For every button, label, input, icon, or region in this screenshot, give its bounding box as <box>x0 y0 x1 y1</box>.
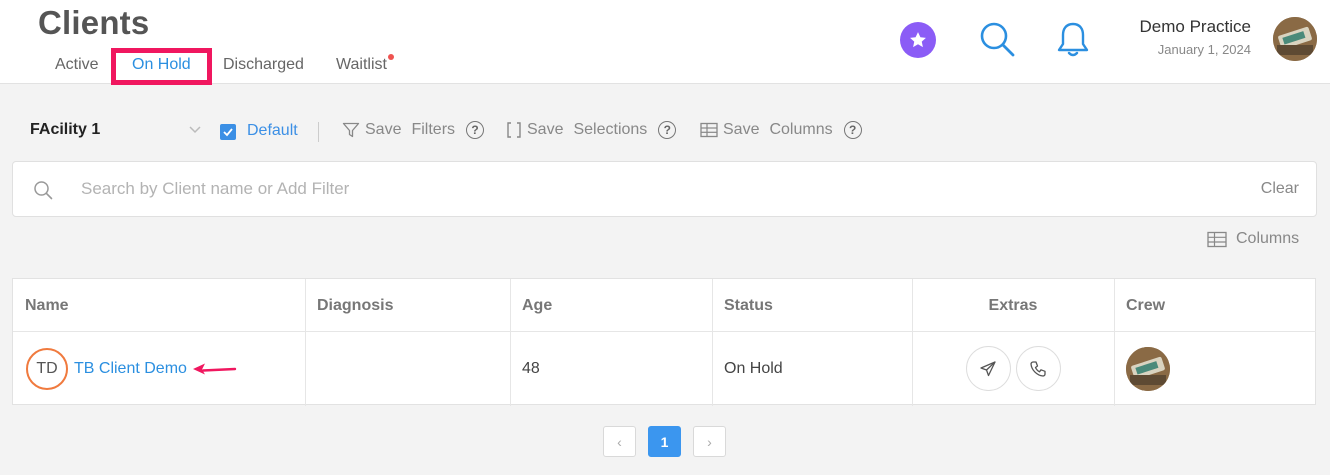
filter-bar: FAcility 1 Default Save Filters ? Save S… <box>0 110 1330 152</box>
user-avatar[interactable] <box>1273 17 1317 61</box>
client-initials-avatar[interactable]: TD <box>26 347 68 390</box>
header-diagnosis[interactable]: Diagnosis <box>305 279 510 332</box>
save-columns-word2: Columns <box>769 121 833 138</box>
table-icon <box>1207 231 1227 247</box>
check-icon <box>223 128 233 137</box>
clear-button[interactable]: Clear <box>1261 180 1299 198</box>
divider <box>318 122 319 142</box>
save-columns-word1: Save <box>723 121 760 138</box>
client-search-box: Clear <box>12 161 1317 217</box>
search-icon <box>980 22 1015 57</box>
default-label[interactable]: Default <box>247 122 298 140</box>
avatar-image <box>1126 346 1170 391</box>
help-icon[interactable]: ? <box>843 121 862 139</box>
global-search-button[interactable] <box>978 20 1016 58</box>
cell-diagnosis <box>305 332 510 405</box>
save-selections-word2: Selections <box>573 121 648 138</box>
save-filters-word1: Save <box>365 121 402 138</box>
pagination: ‹ 1 › <box>603 426 727 457</box>
cell-age: 48 <box>522 359 540 377</box>
help-icon[interactable]: ? <box>658 121 677 139</box>
tab-on-hold[interactable]: On Hold <box>111 48 212 85</box>
page-title: Clients <box>38 4 150 41</box>
save-columns-button[interactable]: Save Columns ? <box>700 121 862 139</box>
notification-dot <box>387 54 394 60</box>
send-icon <box>980 360 996 376</box>
tab-waitlist-label: Waitlist <box>336 56 387 73</box>
practice-date: January 1, 2024 <box>1157 42 1251 57</box>
filter-icon <box>342 122 360 138</box>
header-crew[interactable]: Crew <box>1114 279 1316 332</box>
star-icon <box>910 32 926 48</box>
search-icon <box>34 181 53 200</box>
clients-table: Name Diagnosis Age Status Extras Crew TD… <box>12 278 1316 406</box>
send-message-button[interactable] <box>965 346 1011 391</box>
header-age[interactable]: Age <box>510 279 712 332</box>
bell-icon <box>1057 22 1089 57</box>
save-selections-button[interactable]: Save Selections ? <box>506 121 677 139</box>
tab-waitlist[interactable]: Waitlist <box>336 48 394 82</box>
help-icon[interactable]: ? <box>466 121 485 139</box>
cell-extras <box>912 332 1114 405</box>
columns-button[interactable]: Columns <box>1207 230 1299 248</box>
header-name[interactable]: Name <box>13 279 305 332</box>
favorites-button[interactable] <box>900 22 936 58</box>
cell-crew <box>1114 332 1316 405</box>
annotation-arrow-icon <box>192 363 237 374</box>
facility-select[interactable]: FAcility 1 <box>30 121 100 139</box>
app-header: Clients Active On Hold Discharged Waitli… <box>0 0 1330 85</box>
practice-name: Demo Practice <box>1139 17 1251 36</box>
tab-discharged[interactable]: Discharged <box>223 48 304 82</box>
notifications-button[interactable] <box>1055 20 1091 58</box>
crew-avatar[interactable] <box>1126 346 1170 391</box>
chevron-down-icon[interactable] <box>188 124 202 136</box>
search-input[interactable] <box>81 174 1231 204</box>
client-name-link[interactable]: TB Client Demo <box>74 360 187 378</box>
prev-page-button[interactable]: ‹ <box>603 426 636 457</box>
brackets-icon <box>507 122 521 138</box>
save-filters-word2: Filters <box>411 121 456 138</box>
save-selections-word1: Save <box>527 121 564 138</box>
cell-status: On Hold <box>724 359 783 377</box>
header-status[interactable]: Status <box>712 279 912 332</box>
default-checkbox[interactable] <box>220 124 236 140</box>
next-page-button[interactable]: › <box>693 426 726 457</box>
cell-name: TD TB Client Demo <box>13 332 305 405</box>
tab-active[interactable]: Active <box>55 48 99 82</box>
page-1-button[interactable]: 1 <box>648 426 681 457</box>
call-button[interactable] <box>1015 346 1061 391</box>
columns-label: Columns <box>1236 230 1300 247</box>
table-icon <box>700 122 718 138</box>
save-filters-button[interactable]: Save Filters ? <box>342 121 485 139</box>
header-extras[interactable]: Extras <box>912 279 1114 332</box>
phone-icon <box>1030 360 1046 377</box>
avatar-image <box>1273 17 1317 61</box>
